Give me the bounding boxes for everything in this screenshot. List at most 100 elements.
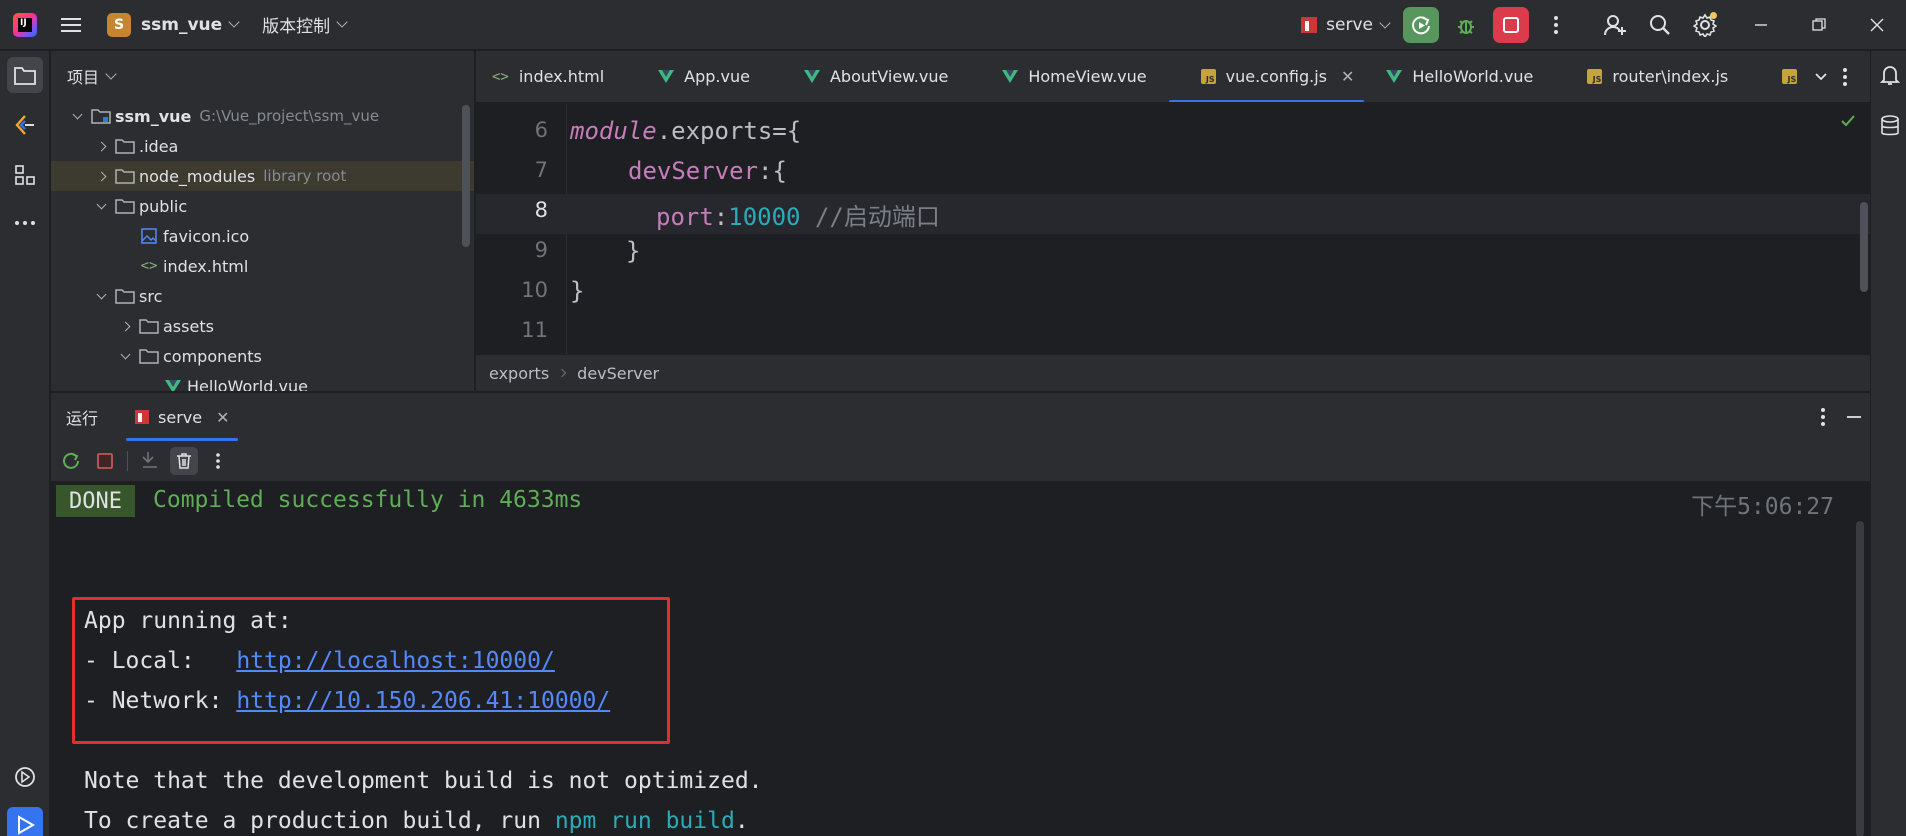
code-line-10: } [570, 277, 585, 305]
hide-panel-icon[interactable] [1846, 415, 1862, 419]
tab-app-vue[interactable]: App.vue [620, 51, 766, 102]
chevron-down-icon[interactable] [336, 16, 348, 28]
stop-button[interactable] [1493, 7, 1529, 43]
collapse-arrow-icon[interactable] [69, 108, 85, 124]
code-editor[interactable]: 6 7 8 9 10 11 module.exports={ devServer… [476, 104, 1870, 354]
tab-router-index-js[interactable]: JS router\index.js [1549, 51, 1744, 102]
expand-arrow-icon[interactable] [93, 138, 109, 154]
rerun-button[interactable] [1403, 7, 1439, 43]
close-icon [1870, 18, 1884, 32]
notification-dot [1710, 12, 1717, 19]
vue-file-icon [658, 70, 675, 83]
ide-logo-icon[interactable]: IJ [13, 12, 37, 37]
console-scrollbar[interactable] [1856, 521, 1864, 836]
breadcrumb-item[interactable]: exports [489, 364, 549, 383]
restore-button[interactable] [1790, 0, 1848, 50]
add-user-button[interactable] [1597, 7, 1633, 43]
folder-icon [14, 67, 36, 85]
tree-item-public[interactable]: public [51, 191, 474, 221]
expand-arrow-icon[interactable] [117, 318, 133, 334]
collapse-arrow-icon[interactable] [93, 288, 109, 304]
services-tool-button[interactable] [7, 759, 43, 795]
breadcrumb-item[interactable]: devServer [577, 364, 659, 383]
tree-item-index-html[interactable]: <> index.html [51, 251, 474, 281]
tree-item-src[interactable]: src [51, 281, 474, 311]
project-switcher[interactable]: ssm_vue [141, 15, 222, 35]
line-number: 10 [521, 278, 548, 302]
tab-index-html[interactable]: <> index.html [476, 51, 620, 102]
scroll-to-end-button[interactable] [136, 447, 164, 475]
tree-item-idea[interactable]: .idea [51, 131, 474, 161]
chevron-down-icon[interactable] [228, 16, 240, 28]
more-vertical-icon[interactable] [1820, 407, 1826, 427]
commit-tool-button[interactable] [7, 107, 43, 143]
tree-item-components[interactable]: components [51, 341, 474, 371]
close-tab-icon[interactable]: ✕ [216, 408, 229, 427]
expand-arrow-icon[interactable] [93, 168, 109, 184]
done-badge: DONE [56, 485, 135, 517]
html-file-icon: <> [492, 68, 509, 85]
tab-aboutview-vue[interactable]: AboutView.vue [766, 51, 964, 102]
run-panel: 运行 serve ✕ DONE Compiled successfully in… [51, 392, 1870, 836]
tree-item-assets[interactable]: assets [51, 311, 474, 341]
project-tool-button[interactable] [7, 57, 43, 93]
trash-icon [177, 453, 191, 469]
console-output[interactable]: DONE Compiled successfully in 4633ms 下午5… [51, 481, 1870, 836]
line-number: 7 [534, 158, 548, 182]
project-panel: 项目 ssm_vue G:\Vue_project\ssm_vue .idea … [51, 51, 475, 391]
image-file-icon [139, 227, 159, 245]
run-config-selector[interactable]: serve [1300, 15, 1391, 35]
checkmark-icon[interactable] [1840, 114, 1856, 128]
structure-icon [15, 165, 35, 185]
stop-button[interactable] [91, 447, 119, 475]
settings-button[interactable] [1687, 7, 1723, 43]
close-tab-icon[interactable]: ✕ [1341, 67, 1354, 86]
more-actions-button[interactable] [1538, 7, 1574, 43]
vue-file-icon [1002, 70, 1019, 83]
run-tab-serve[interactable]: serve ✕ [124, 393, 239, 441]
tab-vue-config-js[interactable]: JS vue.config.js ✕ [1163, 51, 1371, 102]
folder-icon [139, 317, 159, 335]
more-vertical-icon[interactable] [1842, 67, 1848, 87]
breadcrumb-separator-icon [557, 368, 567, 378]
tree-item-node-modules[interactable]: node_modules library root [51, 161, 474, 191]
stop-icon [97, 453, 113, 469]
tree-item-ssm-vue[interactable]: ssm_vue G:\Vue_project\ssm_vue [51, 101, 474, 131]
more-actions-button[interactable] [204, 447, 232, 475]
editor-scrollbar[interactable] [1860, 202, 1868, 292]
structure-tool-button[interactable] [7, 157, 43, 193]
clear-console-button[interactable] [170, 447, 198, 475]
project-panel-header[interactable]: 项目 [51, 51, 474, 101]
project-badge[interactable]: S [107, 12, 131, 37]
tab-list-chevron-icon[interactable] [1806, 72, 1842, 82]
line-number: 11 [521, 318, 548, 342]
tab-homeview-vue[interactable]: HomeView.vue [964, 51, 1162, 102]
line-gutter: 6 7 8 9 10 11 [476, 104, 567, 354]
main-menu-icon[interactable] [61, 13, 85, 37]
collapse-arrow-icon[interactable] [93, 198, 109, 214]
run-tool-button[interactable] [7, 807, 43, 836]
breadcrumb: exports devServer [476, 355, 1870, 391]
tree-item-favicon[interactable]: favicon.ico [51, 221, 474, 251]
vue-file-icon [1386, 70, 1403, 83]
chevron-down-icon[interactable] [105, 67, 117, 80]
collapse-arrow-icon[interactable] [117, 348, 133, 364]
rerun-button[interactable] [57, 447, 85, 475]
more-vertical-icon [1554, 16, 1558, 34]
rerun-icon [63, 452, 79, 469]
minimize-button[interactable] [1732, 0, 1790, 50]
note-line: Note that the development build is not o… [84, 768, 763, 794]
database-icon[interactable] [1879, 114, 1901, 138]
project-scrollbar[interactable] [462, 105, 470, 247]
vcs-menu[interactable]: 版本控制 [262, 12, 330, 37]
debug-button[interactable] [1448, 7, 1484, 43]
tree-item-helloworld[interactable]: HelloWorld.vue [51, 371, 474, 391]
more-tools-button[interactable] [7, 205, 43, 241]
search-button[interactable] [1642, 7, 1678, 43]
js-file-icon: JS [1587, 69, 1603, 84]
js-file-icon: JS [1200, 69, 1216, 84]
close-window-button[interactable] [1848, 0, 1906, 50]
npm-icon [1300, 16, 1318, 34]
notifications-icon[interactable] [1879, 63, 1901, 87]
tab-helloworld-vue[interactable]: HelloWorld.vue [1370, 51, 1549, 102]
